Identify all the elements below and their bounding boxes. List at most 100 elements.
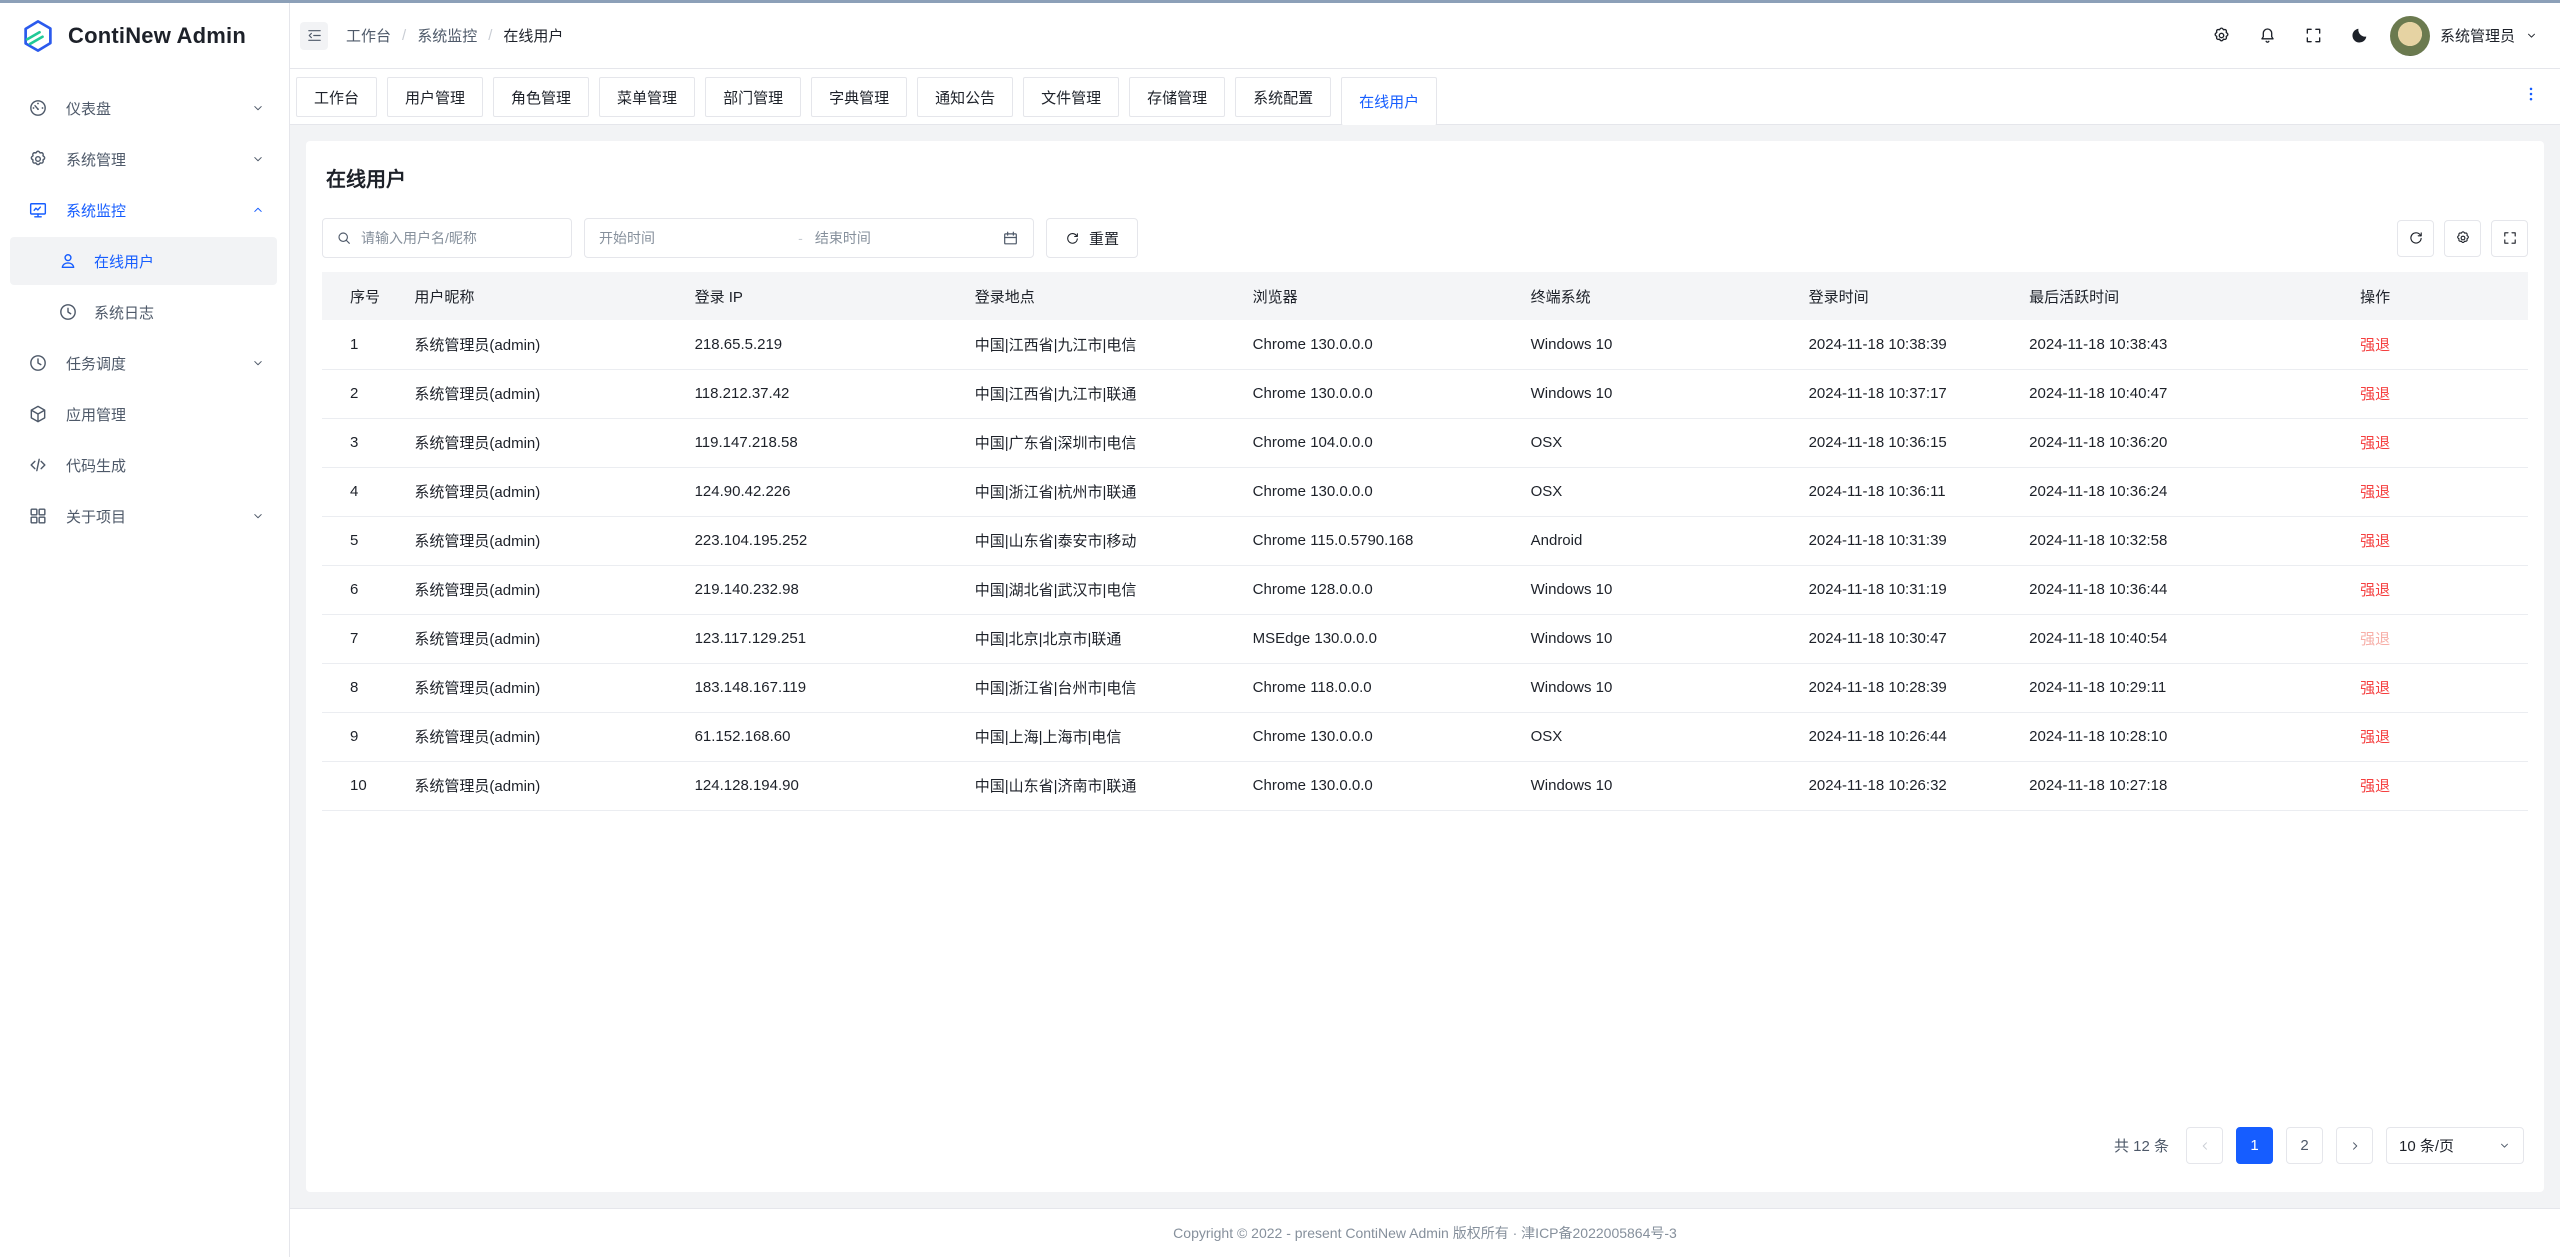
cell-index: 2 bbox=[322, 369, 401, 418]
tab-item[interactable]: 通知公告 bbox=[917, 77, 1013, 117]
main-area: 工作台/系统监控/在线用户 系统管理员 工作台用户管理角色管理菜单管理部门管理字… bbox=[290, 3, 2560, 1257]
cell-browser: Chrome 130.0.0.0 bbox=[1240, 761, 1518, 810]
cell-nickname: 系统管理员(admin) bbox=[401, 565, 681, 614]
sidebar-item[interactable]: 任务调度 bbox=[0, 339, 289, 387]
breadcrumb-item: 在线用户 bbox=[503, 25, 563, 46]
search-input[interactable] bbox=[361, 230, 558, 246]
sidebar-item[interactable]: 代码生成 bbox=[0, 441, 289, 489]
reset-button[interactable]: 重置 bbox=[1046, 218, 1138, 258]
next-page-button[interactable] bbox=[2336, 1127, 2373, 1164]
chevron-down-icon bbox=[251, 152, 265, 166]
force-logout-link[interactable]: 强退 bbox=[2360, 337, 2390, 354]
sidebar-subitem[interactable]: 在线用户 bbox=[10, 237, 277, 285]
theme-toggle-button[interactable] bbox=[2350, 26, 2369, 45]
fullscreen-button[interactable] bbox=[2304, 26, 2323, 45]
online-users-card: 在线用户 开始时间 - 结束时间 重置 bbox=[306, 141, 2544, 1192]
table-fullscreen-button[interactable] bbox=[2491, 220, 2528, 257]
settings-button[interactable] bbox=[2212, 26, 2231, 45]
page-button[interactable]: 2 bbox=[2286, 1127, 2323, 1164]
cell-action: 强退 bbox=[2347, 369, 2528, 418]
cell-nickname: 系统管理员(admin) bbox=[401, 516, 681, 565]
force-logout-link[interactable]: 强退 bbox=[2360, 778, 2390, 795]
tab-item[interactable]: 在线用户 bbox=[1341, 77, 1437, 125]
sidebar-collapse-button[interactable] bbox=[300, 22, 328, 50]
sidebar-item-label: 系统监控 bbox=[66, 200, 126, 221]
calendar-icon bbox=[1002, 230, 1019, 247]
header-actions: 系统管理员 bbox=[2212, 16, 2538, 56]
column-settings-button[interactable] bbox=[2444, 220, 2481, 257]
cell-index: 9 bbox=[322, 712, 401, 761]
table-row: 6系统管理员(admin)219.140.232.98中国|湖北省|武汉市|电信… bbox=[322, 565, 2528, 614]
tab-item[interactable]: 用户管理 bbox=[387, 77, 483, 117]
cell-location: 中国|浙江省|台州市|电信 bbox=[962, 663, 1240, 712]
breadcrumb-separator: / bbox=[402, 27, 406, 44]
force-logout-link[interactable]: 强退 bbox=[2360, 680, 2390, 697]
page-list: 12 bbox=[2236, 1127, 2323, 1164]
table-body: 1系统管理员(admin)218.65.5.219中国|江西省|九江市|电信Ch… bbox=[322, 320, 2528, 810]
sidebar-subitem[interactable]: 系统日志 bbox=[10, 288, 277, 336]
tab-item[interactable]: 存储管理 bbox=[1129, 77, 1225, 117]
tab-item[interactable]: 文件管理 bbox=[1023, 77, 1119, 117]
cell-action: 强退 bbox=[2347, 663, 2528, 712]
force-logout-link[interactable]: 强退 bbox=[2360, 484, 2390, 501]
user-name: 系统管理员 bbox=[2440, 25, 2515, 46]
sidebar-item[interactable]: 系统管理 bbox=[0, 135, 289, 183]
notifications-button[interactable] bbox=[2258, 26, 2277, 45]
page-button[interactable]: 1 bbox=[2236, 1127, 2273, 1164]
refresh-icon bbox=[2408, 230, 2424, 246]
cell-last_active: 2024-11-18 10:36:44 bbox=[2016, 565, 2347, 614]
table-row: 2系统管理员(admin)118.212.37.42中国|江西省|九江市|联通C… bbox=[322, 369, 2528, 418]
user-menu[interactable]: 系统管理员 bbox=[2390, 16, 2538, 56]
breadcrumb-item[interactable]: 工作台 bbox=[346, 25, 391, 46]
force-logout-link[interactable]: 强退 bbox=[2360, 582, 2390, 599]
chevron-right-icon bbox=[2348, 1139, 2362, 1153]
filter-toolbar: 开始时间 - 结束时间 重置 bbox=[322, 218, 2528, 258]
sidebar-item[interactable]: 系统监控 bbox=[0, 186, 289, 234]
cell-location: 中国|湖北省|武汉市|电信 bbox=[962, 565, 1240, 614]
chevron-down-icon bbox=[251, 101, 265, 115]
cell-index: 5 bbox=[322, 516, 401, 565]
reset-label: 重置 bbox=[1089, 228, 1119, 249]
cell-login_time: 2024-11-18 10:31:19 bbox=[1796, 565, 2017, 614]
sidebar-item[interactable]: 应用管理 bbox=[0, 390, 289, 438]
fullscreen-icon bbox=[2304, 26, 2323, 45]
tab-item[interactable]: 菜单管理 bbox=[599, 77, 695, 117]
tab-item[interactable]: 部门管理 bbox=[705, 77, 801, 117]
cell-browser: Chrome 128.0.0.0 bbox=[1240, 565, 1518, 614]
sidebar-item[interactable]: 关于项目 bbox=[0, 492, 289, 540]
breadcrumb-item[interactable]: 系统监控 bbox=[417, 25, 477, 46]
date-range-picker[interactable]: 开始时间 - 结束时间 bbox=[584, 218, 1034, 258]
force-logout-link[interactable]: 强退 bbox=[2360, 435, 2390, 452]
refresh-table-button[interactable] bbox=[2397, 220, 2434, 257]
tab-item[interactable]: 字典管理 bbox=[811, 77, 907, 117]
table-tools bbox=[2397, 220, 2528, 257]
cell-login_time: 2024-11-18 10:36:11 bbox=[1796, 467, 2017, 516]
brand[interactable]: ContiNew Admin bbox=[0, 3, 289, 69]
force-logout-link[interactable]: 强退 bbox=[2360, 386, 2390, 403]
cell-os: Windows 10 bbox=[1518, 614, 1796, 663]
tab-more-button[interactable] bbox=[2522, 85, 2540, 108]
sidebar-item[interactable]: 仪表盘 bbox=[0, 84, 289, 132]
force-logout-link[interactable]: 强退 bbox=[2360, 533, 2390, 550]
cell-nickname: 系统管理员(admin) bbox=[401, 418, 681, 467]
cell-action: 强退 bbox=[2347, 565, 2528, 614]
chevron-down-icon bbox=[2498, 1139, 2511, 1152]
cell-action: 强退 bbox=[2347, 614, 2528, 663]
chevron-down-icon bbox=[2525, 29, 2538, 42]
cell-browser: Chrome 104.0.0.0 bbox=[1240, 418, 1518, 467]
cell-last_active: 2024-11-18 10:36:24 bbox=[2016, 467, 2347, 516]
cell-os: Android bbox=[1518, 516, 1796, 565]
online-users-table: 序号用户昵称登录 IP登录地点浏览器终端系统登录时间最后活跃时间操作 1系统管理… bbox=[322, 272, 2528, 811]
cell-login_time: 2024-11-18 10:38:39 bbox=[1796, 320, 2017, 369]
page-size-select[interactable]: 10 条/页 bbox=[2386, 1127, 2524, 1164]
tab-item[interactable]: 系统配置 bbox=[1235, 77, 1331, 117]
force-logout-link[interactable]: 强退 bbox=[2360, 729, 2390, 746]
cell-nickname: 系统管理员(admin) bbox=[401, 663, 681, 712]
dashboard-icon bbox=[28, 98, 48, 118]
sidebar-menu: 仪表盘系统管理系统监控在线用户系统日志任务调度应用管理代码生成关于项目 bbox=[0, 69, 289, 543]
tab-item[interactable]: 工作台 bbox=[296, 77, 377, 117]
top-header: 工作台/系统监控/在线用户 系统管理员 bbox=[290, 3, 2560, 69]
clock-icon bbox=[28, 353, 48, 373]
tab-item[interactable]: 角色管理 bbox=[493, 77, 589, 117]
code-icon bbox=[28, 455, 48, 475]
